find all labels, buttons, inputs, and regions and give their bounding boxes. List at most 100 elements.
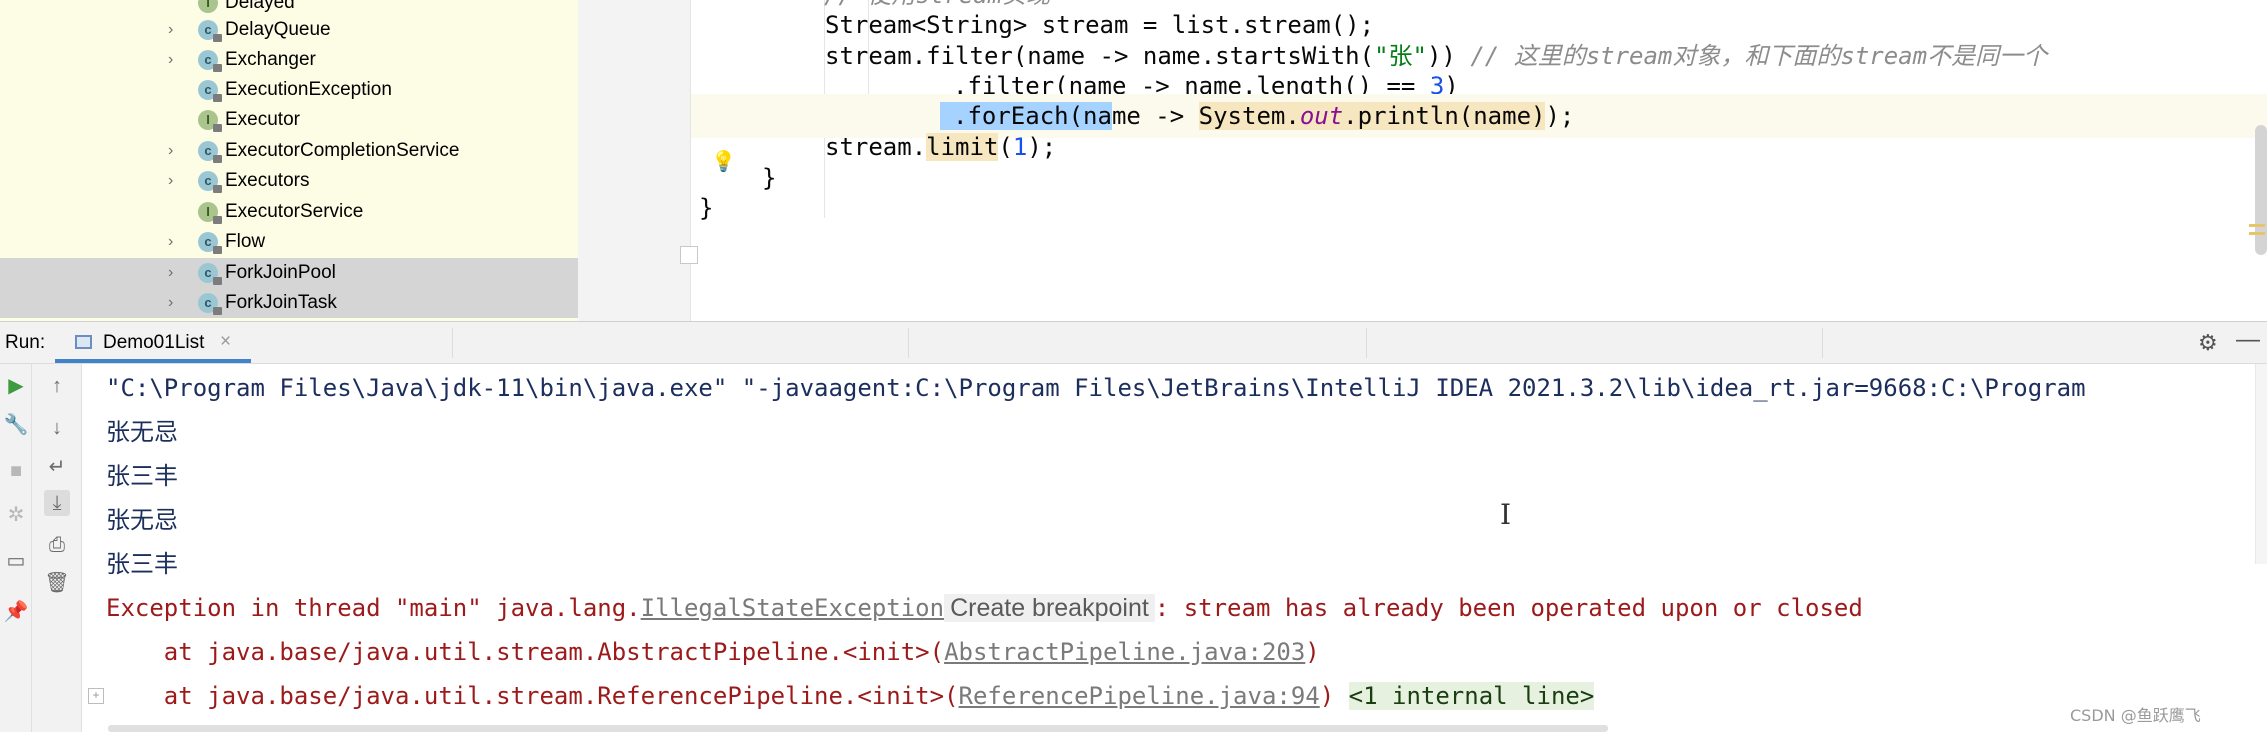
console-scrollbar[interactable]	[2255, 364, 2267, 564]
run-toolbar-primary: ▶ 🔧 ■ ✲ ▭ 📌	[0, 364, 32, 732]
arrow-down-icon[interactable]: ↓	[44, 415, 70, 441]
rerun-icon[interactable]: ▶	[3, 373, 29, 399]
internal-lines-folded[interactable]: <1 internal line>	[1348, 682, 1595, 710]
interface-icon: I	[198, 202, 222, 224]
close-icon[interactable]: ×	[220, 331, 231, 353]
layout-icon[interactable]: ▭	[3, 548, 29, 574]
chevron-right-icon[interactable]: ›	[168, 264, 182, 282]
soft-wrap-icon[interactable]: ↵	[44, 454, 70, 480]
run-tool-header: Run: Demo01List × ⚙ —	[0, 321, 2267, 364]
pin-icon[interactable]: 📌	[3, 599, 29, 625]
tree-item[interactable]: › c ForkJoinTask	[0, 288, 578, 318]
header-divider	[908, 328, 909, 358]
fold-marker-icon[interactable]	[680, 246, 698, 264]
wrench-icon[interactable]: 🔧	[3, 412, 29, 438]
run-toolbar-secondary: ↑ ↓ ↵ ⤓ ⎙ 🗑	[32, 364, 82, 732]
header-divider	[1366, 328, 1367, 358]
scroll-to-end-icon[interactable]: ⤓	[44, 490, 70, 516]
class-icon: c	[198, 80, 222, 102]
tree-item[interactable]: I Executor	[0, 105, 578, 135]
tree-item[interactable]: c ExecutionException	[0, 75, 578, 105]
chevron-right-icon[interactable]: ›	[168, 51, 182, 69]
stop-icon[interactable]: ■	[3, 458, 29, 484]
class-icon: c	[198, 293, 222, 315]
console-icon	[75, 335, 92, 349]
console-output-line: 张三丰	[106, 550, 178, 578]
stacktrace-link[interactable]: ReferencePipeline.java:94	[959, 682, 1320, 710]
run-tab[interactable]: Demo01List ×	[55, 322, 251, 363]
tree-item[interactable]: › c ExecutorCompletionService	[0, 136, 578, 166]
console-exception-line: Exception in thread "main" java.lang.Ill…	[106, 586, 1863, 630]
chevron-right-icon[interactable]: ›	[168, 21, 182, 39]
chevron-right-icon[interactable]: ›	[168, 233, 182, 251]
tree-item-label: Executor	[225, 109, 300, 130]
tree-item[interactable]: › c Executors	[0, 166, 578, 196]
tree-item[interactable]: › c DelayQueue	[0, 15, 578, 45]
console-stacktrace-line: at java.base/java.util.stream.ReferenceP…	[106, 674, 1595, 718]
create-breakpoint-tooltip[interactable]: Create breakpoint	[944, 594, 1155, 622]
code-line[interactable]: 53 }	[691, 186, 2267, 230]
tree-item-label: Flow	[225, 231, 266, 252]
trash-icon[interactable]: 🗑	[44, 570, 70, 596]
tree-item[interactable]: › c Flow	[0, 227, 578, 257]
editor-gutter[interactable]	[578, 0, 690, 321]
interface-icon: I	[198, 110, 222, 132]
stacktrace-link[interactable]: AbstractPipeline.java:203	[944, 638, 1305, 666]
console-output-line: 张无忌	[106, 506, 178, 534]
debug-icon[interactable]: ✲	[3, 502, 29, 528]
class-icon: c	[198, 263, 222, 285]
expand-fold-icon[interactable]: +	[88, 688, 104, 704]
class-icon: c	[198, 141, 222, 163]
console-output-line: 张三丰	[106, 462, 178, 490]
header-divider	[1822, 328, 1823, 358]
exception-text: : stream has already been operated upon …	[1154, 594, 1863, 622]
tree-item[interactable]: › c ForkJoinPool	[0, 258, 578, 288]
console-horizontal-scrollbar[interactable]	[108, 725, 1608, 732]
tree-item-label: ExecutorCompletionService	[225, 140, 460, 161]
console-command-line: "C:\Program Files\Java\jdk-11\bin\java.e…	[106, 374, 2086, 402]
chevron-right-icon[interactable]: ›	[168, 142, 182, 160]
chevron-right-icon[interactable]: ›	[168, 172, 182, 190]
arrow-up-icon[interactable]: ↑	[44, 373, 70, 399]
tree-item-label: ExecutionException	[225, 79, 392, 100]
interface-icon: I	[198, 0, 218, 13]
tab-underline	[55, 359, 251, 363]
gear-icon[interactable]: ⚙	[2198, 330, 2218, 356]
run-label: Run:	[5, 332, 46, 353]
error-stripe-marker[interactable]	[2249, 232, 2265, 235]
minimize-icon[interactable]: —	[2236, 326, 2260, 354]
project-tree: I Delayed › c DelayQueue › c Exchanger c…	[0, 0, 578, 321]
stacktrace-text: at java.base/java.util.stream.AbstractPi…	[106, 638, 945, 666]
stacktrace-text: )	[1319, 682, 1349, 710]
text-cursor-icon: I	[1500, 498, 1512, 531]
chevron-right-icon[interactable]: ›	[168, 294, 182, 312]
tree-item-label: Delayed	[225, 0, 295, 13]
exception-class-link[interactable]: IllegalStateException	[641, 594, 944, 622]
tree-item-label: DelayQueue	[225, 19, 331, 40]
code-editor[interactable]: 46 // 使用stream实现 47 Stream<String> strea…	[691, 0, 2267, 321]
class-icon: c	[198, 232, 222, 254]
tree-item-label: ForkJoinTask	[225, 292, 337, 313]
stacktrace-text: at java.base/java.util.stream.ReferenceP…	[106, 682, 959, 710]
class-icon: c	[198, 20, 222, 42]
class-icon: c	[198, 171, 222, 193]
tree-item-label: ExecutorService	[225, 201, 364, 222]
console-output-line: 张无忌	[106, 418, 178, 446]
print-icon[interactable]: ⎙	[44, 532, 70, 558]
class-icon: c	[198, 50, 222, 72]
watermark: CSDN @鱼跃鹰飞	[2070, 706, 2201, 725]
run-tab-label: Demo01List	[103, 332, 205, 353]
tree-item-label: Exchanger	[225, 49, 316, 70]
stacktrace-text: )	[1305, 638, 1320, 666]
editor-scrollbar[interactable]	[2255, 125, 2267, 255]
exception-text: Exception in thread "main" java.lang.	[106, 594, 641, 622]
tree-item[interactable]: I ExecutorService	[0, 197, 578, 227]
tree-item[interactable]: › c Exchanger	[0, 45, 578, 75]
console-output[interactable]: "C:\Program Files\Java\jdk-11\bin\java.e…	[82, 364, 2267, 732]
header-divider	[452, 328, 453, 358]
tree-item-label: Executors	[225, 170, 310, 191]
console-stacktrace-line: at java.base/java.util.stream.AbstractPi…	[106, 630, 1320, 674]
lightbulb-icon[interactable]: 💡	[711, 150, 736, 174]
tree-item-label: ForkJoinPool	[225, 262, 336, 283]
error-stripe-marker[interactable]	[2249, 224, 2265, 227]
